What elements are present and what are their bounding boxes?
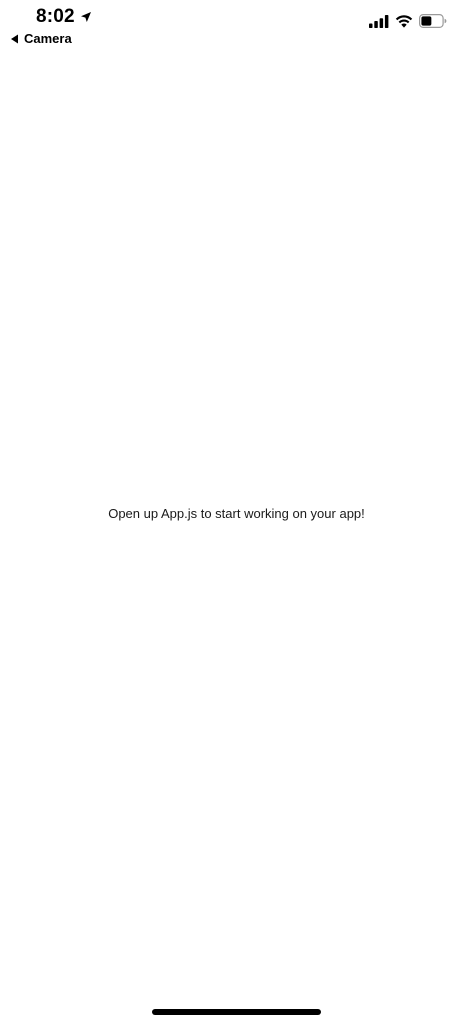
cellular-signal-icon	[369, 14, 389, 28]
status-time: 8:02	[36, 6, 75, 27]
wifi-icon	[395, 14, 413, 28]
location-arrow-icon	[80, 12, 91, 22]
battery-level-fill	[421, 16, 432, 26]
status-bar: 8:02 Camera	[0, 0, 473, 60]
home-indicator[interactable]	[152, 1009, 321, 1015]
welcome-message: Open up App.js to start working on your …	[108, 506, 365, 521]
back-caret-icon	[11, 34, 18, 43]
back-to-app-button[interactable]: Camera	[10, 31, 72, 46]
status-time-group: 8:02	[36, 6, 92, 28]
back-app-label: Camera	[24, 31, 72, 46]
status-icons	[369, 14, 447, 28]
main-content: Open up App.js to start working on your …	[0, 505, 473, 523]
battery-icon	[419, 14, 447, 28]
